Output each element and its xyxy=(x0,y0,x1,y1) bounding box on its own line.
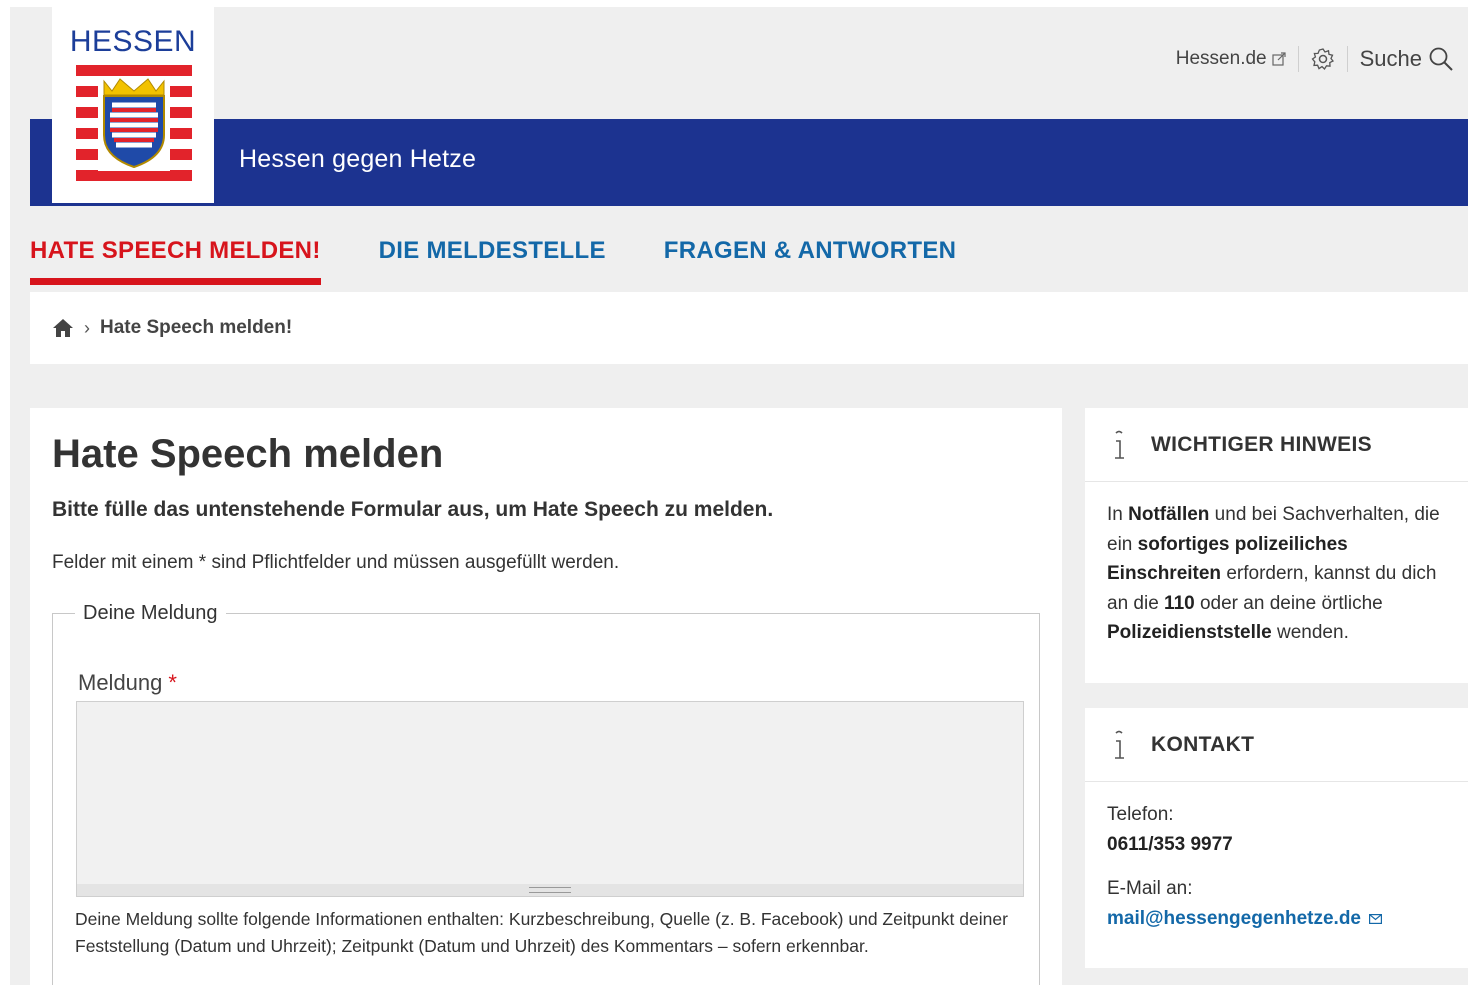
phone-label: Telefon: xyxy=(1107,804,1174,825)
hessen-de-link[interactable]: Hessen.de xyxy=(1176,48,1286,70)
nav-item-die-meldestelle[interactable]: DIE MELDESTELLE xyxy=(379,237,606,285)
meldung-textarea[interactable] xyxy=(76,701,1024,885)
contact-panel-title: KONTAKT xyxy=(1151,732,1255,756)
header-divider xyxy=(1297,46,1299,72)
coat-of-arms-icon xyxy=(76,65,192,181)
email-address: mail@hessengegenhetze.de xyxy=(1107,908,1361,929)
report-fieldset: Deine Meldung Meldung * Deine Meldung sol… xyxy=(52,602,1040,985)
breadcrumb-separator: › xyxy=(84,317,90,338)
intro-text: Bitte fülle das untenstehende Formular a… xyxy=(52,498,774,521)
hint-text-4: oder an deine örtliche xyxy=(1194,592,1383,614)
site-title[interactable]: Hessen gegen Hetze xyxy=(239,145,476,174)
main-nav: HATE SPEECH MELDEN! DIE MELDESTELLE FRAG… xyxy=(30,237,1014,285)
grip-lines xyxy=(529,887,571,893)
info-icon xyxy=(1115,430,1124,459)
nav-item-fragen-antworten[interactable]: FRAGEN & ANTWORTEN xyxy=(664,237,957,285)
search-button[interactable]: Suche xyxy=(1360,46,1454,72)
textarea-resize-handle[interactable] xyxy=(76,884,1024,897)
contact-panel-header: KONTAKT xyxy=(1085,708,1468,782)
header-links: Hessen.de Suche xyxy=(1176,45,1454,73)
mail-icon xyxy=(1369,913,1382,924)
header-divider xyxy=(1346,46,1348,72)
email-link[interactable]: mail@hessengegenhetze.de xyxy=(1107,904,1382,934)
email-label: E-Mail an: xyxy=(1107,878,1193,899)
contact-panel: KONTAKT Telefon: 0611/353 9977 E-Mail an… xyxy=(1085,708,1468,968)
hint-bold-4: Polizeidienststelle xyxy=(1107,622,1272,643)
hessen-de-label: Hessen.de xyxy=(1175,48,1267,69)
required-marker: * xyxy=(168,670,177,695)
search-icon xyxy=(1429,47,1453,71)
hessen-logo[interactable]: HESSEN xyxy=(52,7,214,203)
hint-panel-title: WICHTIGER HINWEIS xyxy=(1151,432,1372,456)
hint-panel: WICHTIGER HINWEIS In Notfällen und bei S… xyxy=(1085,408,1468,683)
meldung-label-text: Meldung xyxy=(78,670,163,695)
hint-bold-1: Notfällen xyxy=(1128,504,1210,525)
required-note: Felder mit einem * sind Pflichtfelder un… xyxy=(52,552,620,573)
gear-icon[interactable] xyxy=(1311,47,1335,71)
logo-text: HESSEN xyxy=(69,25,197,58)
page-title: Hate Speech melden xyxy=(52,432,444,476)
home-icon[interactable] xyxy=(52,318,74,338)
external-link-icon xyxy=(1272,52,1286,66)
hint-bold-3: 110 xyxy=(1164,592,1195,614)
main-content: Hate Speech melden Bitte fülle das unten… xyxy=(30,408,1062,985)
breadcrumb-current: Hate Speech melden! xyxy=(100,317,293,338)
nav-item-hate-speech-melden[interactable]: HATE SPEECH MELDEN! xyxy=(30,237,321,285)
hint-text-1: In xyxy=(1107,504,1129,525)
meldung-label: Meldung * xyxy=(78,670,177,696)
page-background: Hessen gegen Hetze HESSEN Hessen.de Such… xyxy=(10,7,1468,985)
info-icon xyxy=(1115,730,1124,759)
hint-panel-text: In Notfällen und bei Sachverhalten, die … xyxy=(1085,482,1468,648)
breadcrumb: › Hate Speech melden! xyxy=(30,292,1468,364)
hint-text-5: wenden. xyxy=(1271,622,1349,643)
phone-number: 0611/353 9977 xyxy=(1107,834,1233,855)
contact-panel-body: Telefon: 0611/353 9977 E-Mail an: mail@h… xyxy=(1085,782,1468,934)
search-label: Suche xyxy=(1359,46,1422,71)
fieldset-legend: Deine Meldung xyxy=(75,602,226,625)
hint-panel-header: WICHTIGER HINWEIS xyxy=(1085,408,1468,482)
meldung-help-text: Deine Meldung sollte folgende Informatio… xyxy=(75,909,1008,956)
